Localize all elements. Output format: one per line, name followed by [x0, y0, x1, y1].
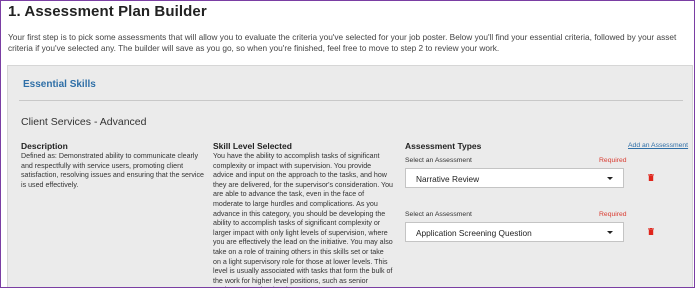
trash-icon[interactable]	[648, 228, 654, 235]
trash-icon[interactable]	[648, 174, 654, 181]
assessment-1-required: Required	[599, 157, 627, 164]
assessment-2-select[interactable]: Application Screening Question	[405, 222, 624, 242]
assessment-2-label: Select an Assessment	[405, 211, 472, 218]
description-text: Defined as: Demonstrated ability to comm…	[21, 152, 204, 189]
assessment-types-heading: Assessment Types	[405, 141, 482, 151]
assessment-2-value: Application Screening Question	[416, 228, 532, 238]
assessment-2-required: Required	[599, 211, 627, 218]
skill-level-heading: Skill Level Selected	[213, 141, 292, 151]
window-frame: 1. Assessment Plan Builder Your first st…	[0, 0, 695, 288]
assessment-1-select[interactable]: Narrative Review	[405, 168, 624, 188]
add-assessment-link[interactable]: Add an Assessment	[628, 142, 688, 149]
chevron-down-icon	[607, 177, 613, 180]
assessment-1-label: Select an Assessment	[405, 157, 472, 164]
intro-text: Your first step is to pick some assessme…	[8, 32, 677, 53]
section-divider	[19, 100, 683, 101]
page-title: 1. Assessment Plan Builder	[8, 3, 207, 20]
assessment-1-value: Narrative Review	[416, 174, 480, 184]
skill-name: Client Services - Advanced	[21, 116, 147, 128]
chevron-down-icon	[607, 231, 613, 234]
essential-skills-panel: Essential Skills Client Services - Advan…	[7, 65, 693, 287]
description-heading: Description	[21, 141, 68, 151]
skill-level-text: You have the ability to accomplish tasks…	[213, 152, 393, 287]
section-title: Essential Skills	[23, 79, 96, 90]
